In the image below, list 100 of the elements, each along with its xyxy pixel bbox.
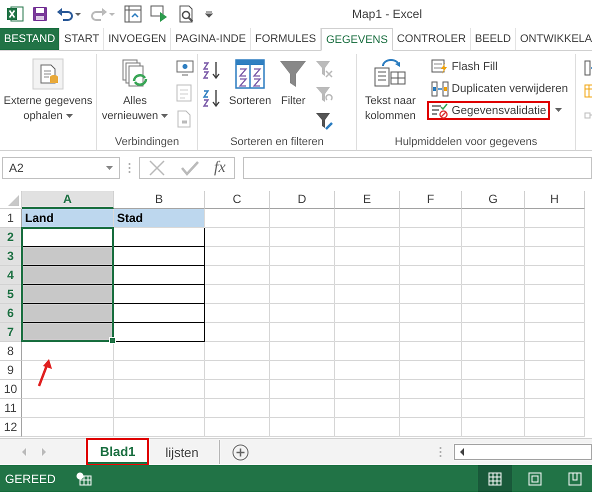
flash-fill-button[interactable]: Flash Fill [426,57,502,76]
table-cell [205,228,270,247]
table-cell [205,304,270,323]
caret-icon [161,114,168,119]
remove-duplicates-button[interactable]: Duplicaten verwijderen [426,79,572,98]
table-cell [335,361,400,380]
table-cell [525,380,585,399]
table-cell [205,247,270,266]
table-cell [462,266,525,285]
row-header[interactable]: 7 [0,323,22,342]
ribbon-tab[interactable]: START [60,28,104,50]
table-cell [205,266,270,285]
row-header[interactable]: 3 [0,247,22,266]
scroll-left-icon[interactable] [459,448,465,456]
ribbon-tab[interactable]: ONTWIKKELA [516,28,592,50]
table-cell [205,285,270,304]
table-cell [270,380,335,399]
table-cell [462,323,525,342]
table-cell [525,342,585,361]
table-cell [462,209,525,228]
excel-logo-icon [6,5,24,23]
row-header[interactable]: 8 [0,342,22,361]
file-tab[interactable]: BESTAND [0,28,60,50]
add-sheet-icon[interactable] [232,444,249,460]
connections-icon[interactable] [176,60,194,76]
customize-caret-icon[interactable] [204,9,214,19]
ribbon-tab[interactable]: GEGEVENS [321,28,393,51]
sheet-tab[interactable]: lijsten [153,440,211,464]
table-cell [525,228,585,247]
sort-button[interactable]: Sorteren [229,54,272,130]
column-header[interactable]: C [205,191,270,209]
table-cell: Stad [114,209,205,228]
column-header[interactable]: D [270,191,335,209]
table-icon[interactable] [124,5,142,23]
table-cell [462,342,525,361]
checkmark-icon[interactable] [180,160,200,176]
horizontal-scrollbar[interactable] [454,444,592,460]
table-cell [335,247,400,266]
column-header[interactable]: F [400,191,462,209]
normal-view-button[interactable] [478,465,512,492]
ribbon-tab[interactable]: CONTROLER [392,28,471,50]
data-validation-button[interactable]: Gegevensvalidatie [426,101,550,120]
table-cell [270,285,335,304]
name-box[interactable]: A2 [2,157,120,179]
table-cell [270,209,335,228]
formula-input[interactable] [242,157,592,179]
table-cell [462,361,525,380]
table-cell [525,266,585,285]
table-cell [205,342,270,361]
table-cell [335,266,400,285]
macro-record-icon[interactable] [76,472,92,486]
drag-handle-icon[interactable] [128,162,131,174]
table-cell [335,209,400,228]
table-cell [400,209,462,228]
table-cell [400,361,462,380]
triangle-icon [8,195,19,206]
text-to-columns-button[interactable]: Tekst naar kolommen [360,54,421,130]
caret-icon [66,114,73,119]
column-header[interactable]: G [462,191,525,209]
table-cell [462,228,525,247]
window-title: Map1 - Excel [352,7,422,21]
table-cell [462,285,525,304]
refresh-all-button[interactable]: Alles vernieuwen [100,54,170,130]
ribbon-tab[interactable]: PAGINA-INDE [171,28,251,50]
row-header[interactable]: 5 [0,285,22,304]
table-cell [270,228,335,247]
table-cell [462,247,525,266]
column-header[interactable]: H [525,191,585,209]
table-cell [525,323,585,342]
advanced-filter-icon[interactable] [315,112,334,130]
row-header[interactable]: 12 [0,418,22,437]
page-icon [528,472,542,486]
undo-icon[interactable] [56,6,82,22]
drag-handle-icon[interactable] [439,446,442,458]
table-cell [335,304,400,323]
filter-button[interactable]: Filter [277,54,310,130]
table-cell [400,323,462,342]
table-cell [335,399,400,418]
table-cell [205,209,270,228]
row-header[interactable]: 9 [0,361,22,380]
ribbon-tab[interactable]: BEELD [470,28,516,50]
column-header[interactable]: A [22,191,114,209]
row-header[interactable]: 2 [0,228,22,247]
table-cell [205,361,270,380]
group-label: Verbindingen [114,136,180,148]
table-cell [400,399,462,418]
row-header[interactable]: 4 [0,266,22,285]
print-preview-icon[interactable] [178,5,196,23]
ribbon-tab[interactable]: INVOEGEN [104,28,172,50]
caret-icon [106,166,113,170]
row-header[interactable]: 11 [0,399,22,418]
insert-function-button[interactable]: fx [214,159,226,177]
column-header[interactable]: E [335,191,400,209]
row-header[interactable]: 6 [0,304,22,323]
table-cell [400,247,462,266]
sheet-tab[interactable]: Blad1 [88,440,148,464]
caret-icon[interactable] [555,108,562,113]
save-icon[interactable] [32,6,48,22]
row-header[interactable]: 10 [0,380,22,399]
get-external-data-button[interactable]: Externe gegevens ophalen [3,54,93,130]
